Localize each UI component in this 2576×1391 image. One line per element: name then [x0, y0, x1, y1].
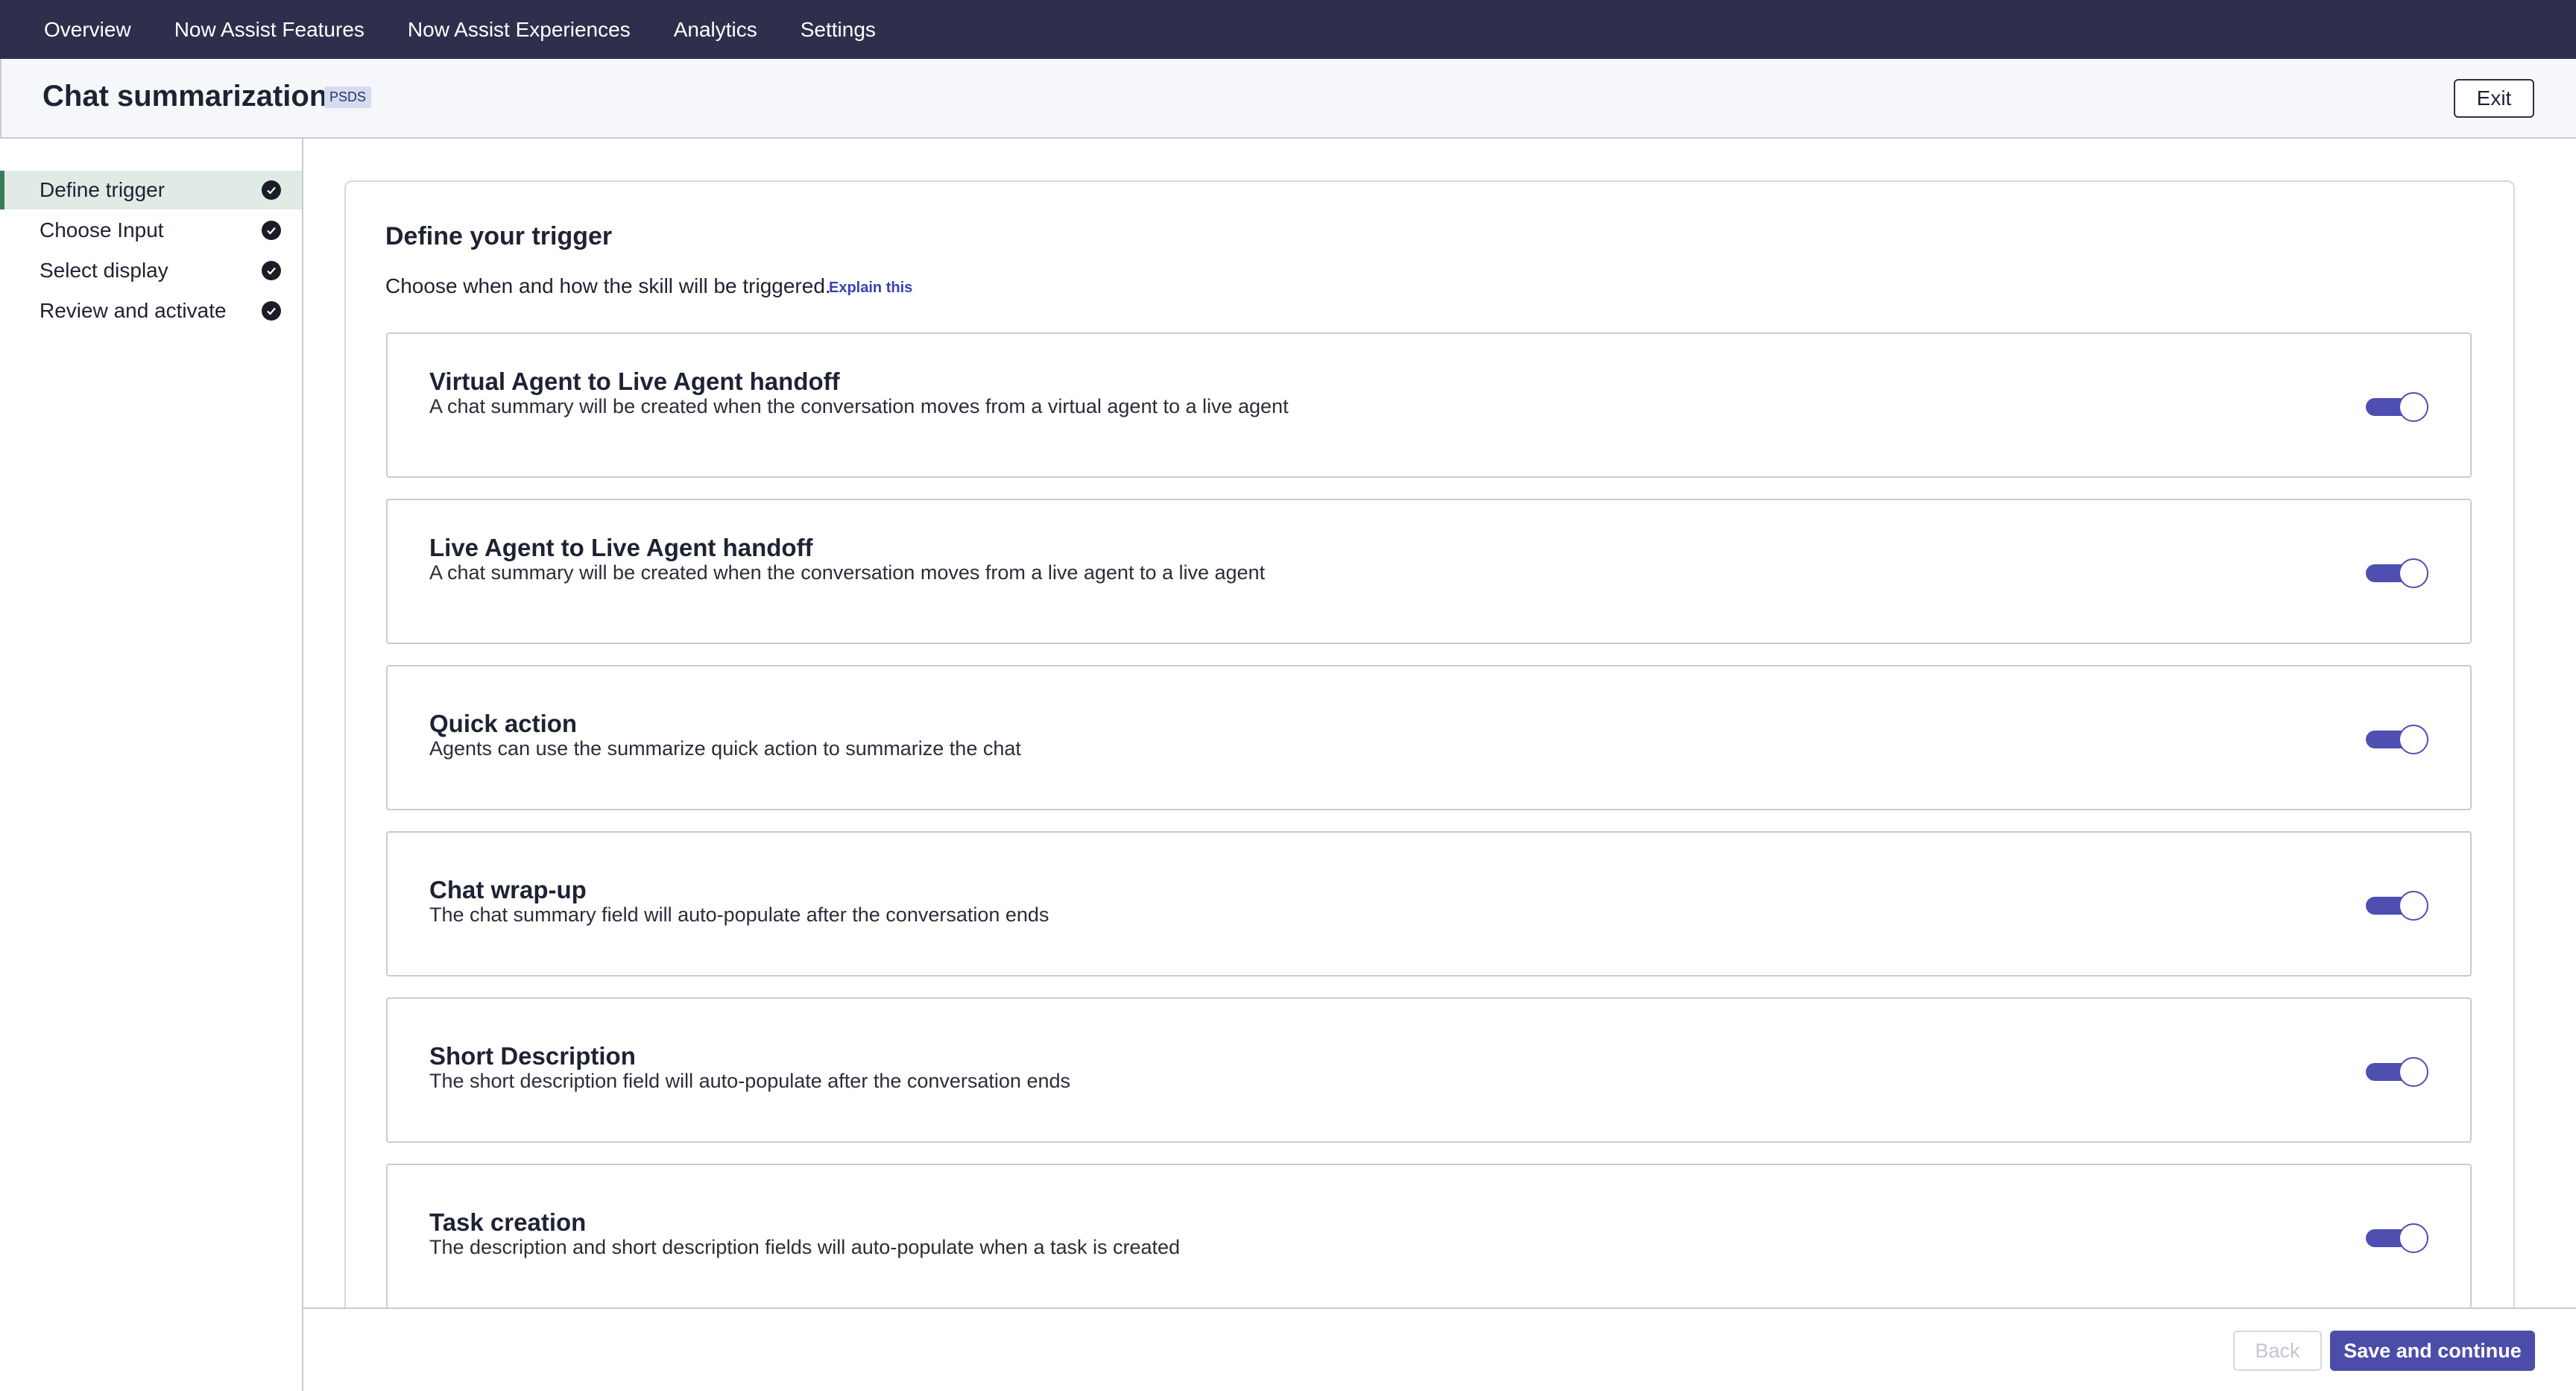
option-toggle[interactable]: [2366, 891, 2428, 921]
option-title: Quick action: [429, 710, 578, 737]
top-navigation: Overview Now Assist Features Now Assist …: [0, 0, 2576, 59]
page-title: Chat summarization: [42, 80, 328, 113]
step-label: Define trigger: [40, 178, 165, 201]
back-button[interactable]: Back: [2233, 1331, 2322, 1371]
nav-now-assist-experiences[interactable]: Now Assist Experiences: [408, 18, 631, 42]
step-define-trigger[interactable]: Define trigger: [0, 171, 302, 209]
section-subtitle: Choose when and how the skill will be tr…: [385, 274, 831, 297]
toggle-knob: [2399, 392, 2428, 422]
toggle-knob: [2399, 725, 2428, 754]
nav-settings[interactable]: Settings: [801, 18, 876, 42]
page-header: Chat summarization PSDS Exit: [0, 59, 2576, 139]
option-description: The short description field will auto-po…: [429, 1070, 1070, 1092]
nav-now-assist-features[interactable]: Now Assist Features: [174, 18, 364, 42]
toggle-knob: [2399, 1057, 2428, 1087]
nav-overview[interactable]: Overview: [44, 18, 131, 42]
trigger-option-la-to-la: Live Agent to Live Agent handoff A chat …: [386, 499, 2472, 644]
toggle-knob: [2399, 1223, 2428, 1253]
step-choose-input[interactable]: Choose Input: [0, 211, 302, 250]
option-description: The chat summary field will auto-populat…: [429, 903, 1049, 926]
step-select-display[interactable]: Select display: [0, 251, 302, 290]
step-review-and-activate[interactable]: Review and activate: [0, 291, 302, 330]
step-label: Choose Input: [40, 218, 164, 242]
option-title: Short Description: [429, 1042, 636, 1070]
explain-this-link[interactable]: Explain this: [829, 280, 912, 297]
option-toggle[interactable]: [2366, 1223, 2428, 1253]
trigger-option-quick-action: Quick action Agents can use the summariz…: [386, 665, 2472, 810]
steps-sidebar: Define trigger Choose Input Select displ…: [0, 139, 303, 1391]
option-toggle[interactable]: [2366, 725, 2428, 754]
toggle-knob: [2399, 891, 2428, 921]
scope-badge: PSDS: [324, 86, 372, 108]
section-heading: Define your trigger: [385, 222, 613, 250]
nav-analytics[interactable]: Analytics: [674, 18, 757, 42]
option-description: The description and short description fi…: [429, 1236, 1181, 1258]
option-toggle[interactable]: [2366, 558, 2428, 588]
main-content: Define your trigger Choose when and how …: [303, 139, 2576, 1308]
toggle-knob: [2399, 558, 2428, 588]
step-label: Select display: [40, 259, 168, 282]
check-circle-icon: [262, 180, 281, 200]
exit-button[interactable]: Exit: [2454, 79, 2534, 118]
option-toggle[interactable]: [2366, 1057, 2428, 1087]
option-title: Chat wrap-up: [429, 876, 587, 903]
page-footer: Back Save and continue: [303, 1308, 2576, 1391]
check-circle-icon: [262, 221, 281, 240]
trigger-option-short-description: Short Description The short description …: [386, 997, 2472, 1143]
check-circle-icon: [262, 261, 281, 280]
trigger-option-chat-wrap-up: Chat wrap-up The chat summary field will…: [386, 831, 2472, 977]
trigger-option-va-to-la: Virtual Agent to Live Agent handoff A ch…: [386, 332, 2472, 478]
step-label: Review and activate: [40, 299, 227, 322]
option-toggle[interactable]: [2366, 392, 2428, 422]
option-title: Live Agent to Live Agent handoff: [429, 534, 813, 561]
save-and-continue-button[interactable]: Save and continue: [2330, 1331, 2535, 1371]
check-circle-icon: [262, 301, 281, 321]
option-description: Agents can use the summarize quick actio…: [429, 737, 1021, 760]
trigger-option-task-creation: Task creation The description and short …: [386, 1164, 2472, 1308]
option-title: Virtual Agent to Live Agent handoff: [429, 368, 840, 395]
option-description: A chat summary will be created when the …: [429, 561, 1266, 584]
option-description: A chat summary will be created when the …: [429, 395, 1289, 417]
option-title: Task creation: [429, 1208, 587, 1236]
